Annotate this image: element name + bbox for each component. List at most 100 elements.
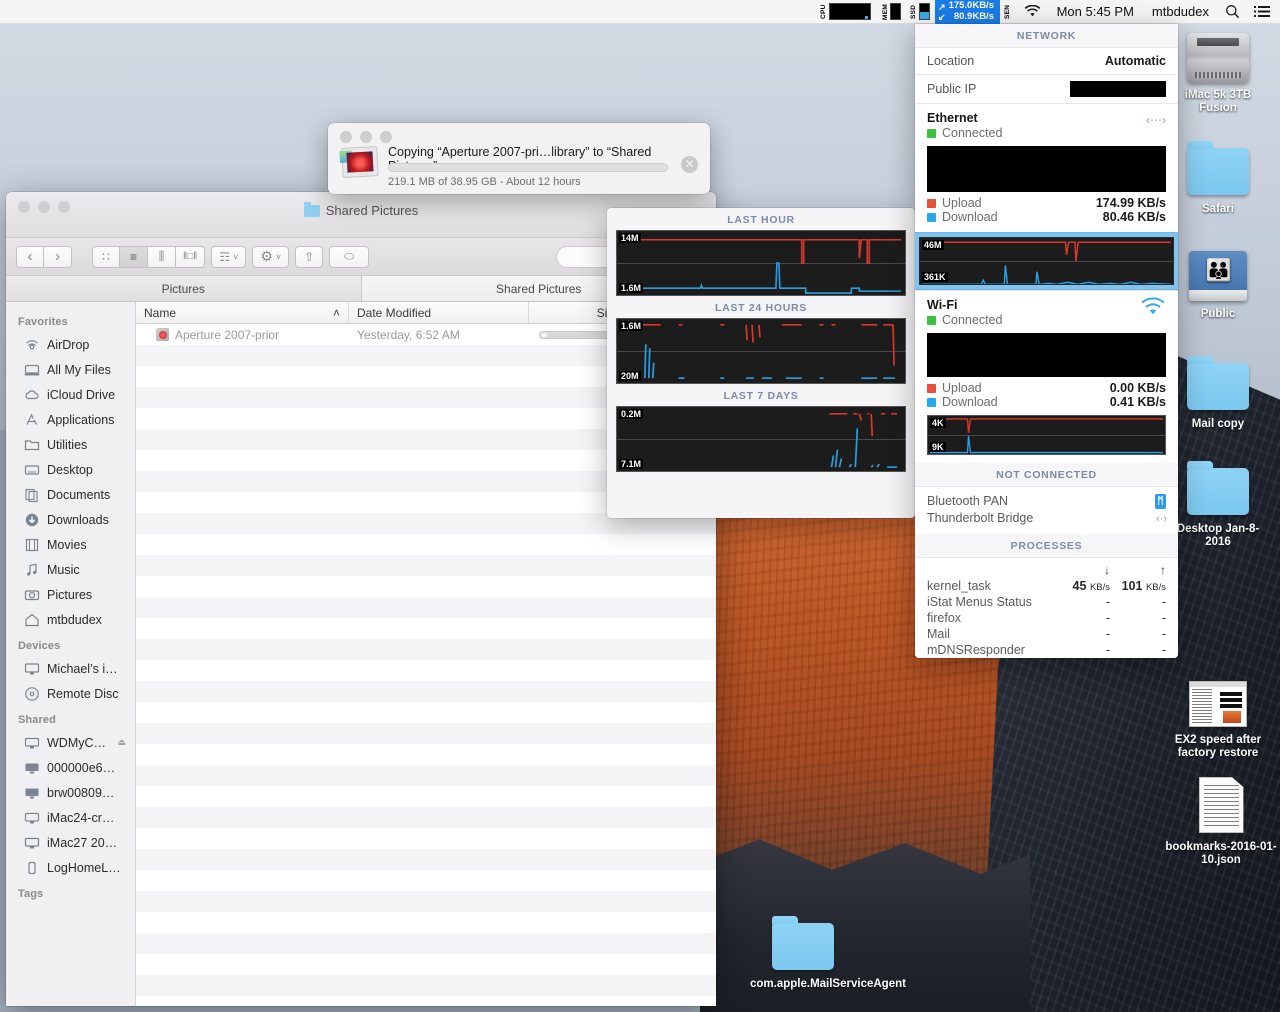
table-row[interactable] <box>136 702 716 723</box>
ethernet-graph-selected[interactable]: 46M 361K <box>915 232 1178 290</box>
sidebar-item-brw00809[interactable]: brw00809… <box>6 780 135 805</box>
menubar-cpu-monitor[interactable]: CPU <box>814 0 878 24</box>
table-row[interactable] <box>136 954 716 975</box>
process-row[interactable]: mDNSResponder - - <box>927 642 1166 658</box>
sidebar-item-pictures[interactable]: Pictures <box>6 582 135 607</box>
table-row[interactable] <box>136 786 716 807</box>
sidebar-item-remote-disc[interactable]: Remote Disc <box>6 681 135 706</box>
sidebar-item-movies[interactable]: Movies <box>6 532 135 557</box>
sidebar-item-imac27[interactable]: iMac27 20… <box>6 830 135 855</box>
menubar-mem-monitor[interactable]: MEM <box>878 0 907 24</box>
desktop-icon-mail-copy[interactable]: Mail copy <box>1166 355 1270 431</box>
finder-sidebar[interactable]: Favorites AirDrop All My Files iCloud Dr… <box>6 302 136 1006</box>
sidebar-item-000000e6[interactable]: 000000e6… <box>6 755 135 780</box>
share-button[interactable]: ⇧ <box>295 245 324 268</box>
sidebar-item-michaels-imac[interactable]: Michael’s i… <box>6 656 135 681</box>
table-row[interactable] <box>136 828 716 849</box>
sidebar-item-icloud-drive[interactable]: iCloud Drive <box>6 382 135 407</box>
sidebar-item-applications[interactable]: Applications <box>6 407 135 432</box>
table-row[interactable] <box>136 912 716 933</box>
close-button[interactable] <box>340 131 352 143</box>
icon-view-button[interactable]: ∷ <box>92 245 120 268</box>
copy-progress-dialog[interactable]: Copying “Aperture 2007-pri…library” to “… <box>328 123 710 194</box>
process-row[interactable]: iStat Menus Status - - <box>927 594 1166 610</box>
table-row[interactable] <box>136 891 716 912</box>
window-controls[interactable] <box>340 131 392 143</box>
table-row[interactable] <box>136 576 716 597</box>
sidebar-item-loghomel[interactable]: LogHomeL… <box>6 855 135 880</box>
table-row[interactable] <box>136 996 716 1006</box>
table-row[interactable] <box>136 555 716 576</box>
sidebar-item-utilities[interactable]: Utilities <box>6 432 135 457</box>
desktop-icon-safari-folder[interactable]: Safari <box>1166 140 1270 216</box>
column-header-name[interactable]: Name ˄ <box>136 302 349 323</box>
istat-menus-network-panel[interactable]: NETWORK Location Automatic Public IP Eth… <box>915 24 1178 658</box>
table-row[interactable] <box>136 849 716 870</box>
wifi-icon[interactable] <box>1017 0 1048 24</box>
desktop-icon-public-drive[interactable]: 👪 Public <box>1166 248 1270 321</box>
menubar-user[interactable]: mtbdudex <box>1143 4 1218 19</box>
action-gear-button[interactable]: ⚙ ˅ <box>252 245 290 268</box>
table-row[interactable] <box>136 681 716 702</box>
sidebar-item-documents[interactable]: Documents <box>6 482 135 507</box>
sidebar-item-desktop[interactable]: Desktop <box>6 457 135 482</box>
table-row[interactable] <box>136 933 716 954</box>
menu-bar[interactable]: CPU MEM SSD ↗ ↙ 175.0KB/s 80.9KB/s SEN Mo… <box>0 0 1280 24</box>
menubar-network-speed[interactable]: ↗ ↙ 175.0KB/s 80.9KB/s <box>935 0 1000 24</box>
desktop-icon-desktop-jan-8-2016[interactable]: Desktop Jan-8-2016 <box>1166 460 1270 549</box>
nav-buttons[interactable]: ‹ › <box>16 245 72 268</box>
table-row[interactable] <box>136 975 716 996</box>
tab-pictures[interactable]: Pictures <box>6 276 362 301</box>
sidebar-item-home[interactable]: mtbdudex <box>6 607 135 632</box>
zoom-button[interactable] <box>380 131 392 143</box>
column-header-date-modified[interactable]: Date Modified <box>349 302 529 323</box>
table-row[interactable] <box>136 723 716 744</box>
sidebar-item-wdmycloud[interactable]: WDMyC… ⏏ <box>6 730 135 755</box>
spotlight-search-icon[interactable] <box>1218 0 1247 24</box>
table-row[interactable] <box>136 534 716 555</box>
desktop-icon-mailserviceagent[interactable]: com.apple.MailServiceAgent <box>750 915 906 991</box>
network-history-popup[interactable]: LAST HOUR 14M 1.6M LAST 24 HOURS 1.6M 20… <box>607 208 915 518</box>
table-row[interactable] <box>136 765 716 786</box>
table-row[interactable] <box>136 618 716 639</box>
tags-button[interactable]: ⬭ <box>329 245 370 268</box>
view-mode-buttons[interactable]: ∷ ≡ ⫼ ‖□‖ <box>92 245 206 268</box>
eject-icon[interactable]: ⏏ <box>117 737 126 748</box>
device-icon <box>24 860 40 876</box>
notification-center-icon[interactable] <box>1247 0 1280 24</box>
not-connected-bluetooth-pan[interactable]: Bluetooth PAN <box>927 493 1166 510</box>
interface-wifi[interactable]: Wi-Fi Connected Upload 0.00 KB/s Downloa… <box>915 290 1178 463</box>
process-row[interactable]: kernel_task 45 KB/s 101 KB/s <box>927 578 1166 594</box>
column-view-button[interactable]: ⫼ <box>148 245 176 268</box>
process-row[interactable]: firefox - - <box>927 610 1166 626</box>
table-row[interactable] <box>136 597 716 618</box>
minimize-button[interactable] <box>360 131 372 143</box>
sidebar-item-music[interactable]: Music <box>6 557 135 582</box>
list-view-button[interactable]: ≡ <box>120 245 148 268</box>
sidebar-item-imac24[interactable]: iMac24-cr… <box>6 805 135 830</box>
back-button[interactable]: ‹ <box>16 245 44 268</box>
sidebar-item-all-my-files[interactable]: All My Files <box>6 357 135 382</box>
menubar-sensors[interactable]: SEN <box>1000 0 1017 24</box>
sidebar-item-airdrop[interactable]: AirDrop <box>6 332 135 357</box>
table-row[interactable] <box>136 744 716 765</box>
table-row[interactable] <box>136 807 716 828</box>
menubar-ssd-monitor[interactable]: SSD <box>906 0 935 24</box>
desktop-icon-ex2-screenshot[interactable]: EX2 speed after factory restore <box>1162 676 1274 760</box>
forward-button[interactable]: › <box>44 245 72 268</box>
desktop-icon-imac-5k[interactable]: iMac 5k 3TB Fusion <box>1166 30 1270 115</box>
sidebar-item-downloads[interactable]: Downloads <box>6 507 135 532</box>
menubar-clock[interactable]: Mon 5:45 PM <box>1048 4 1143 19</box>
desktop-icon-bookmarks-json[interactable]: bookmarks-2016-01-10.json <box>1162 777 1280 867</box>
wifi-throughput-graph: 4K 9K <box>927 415 1166 455</box>
process-row[interactable]: Mail - - <box>927 626 1166 642</box>
table-row[interactable] <box>136 870 716 891</box>
interface-ethernet[interactable]: Ethernet Connected ‹⋯› Upload 174.99 KB/… <box>915 103 1178 232</box>
arrange-button[interactable]: ☶ ˅ <box>211 245 247 268</box>
coverflow-view-button[interactable]: ‖□‖ <box>176 245 206 268</box>
table-row[interactable] <box>136 660 716 681</box>
network-location-row[interactable]: Location Automatic <box>915 47 1178 74</box>
not-connected-thunderbolt-bridge[interactable]: Thunderbolt Bridge <box>927 510 1166 527</box>
table-row[interactable] <box>136 639 716 660</box>
cancel-copy-button[interactable]: ✕ <box>681 156 698 173</box>
